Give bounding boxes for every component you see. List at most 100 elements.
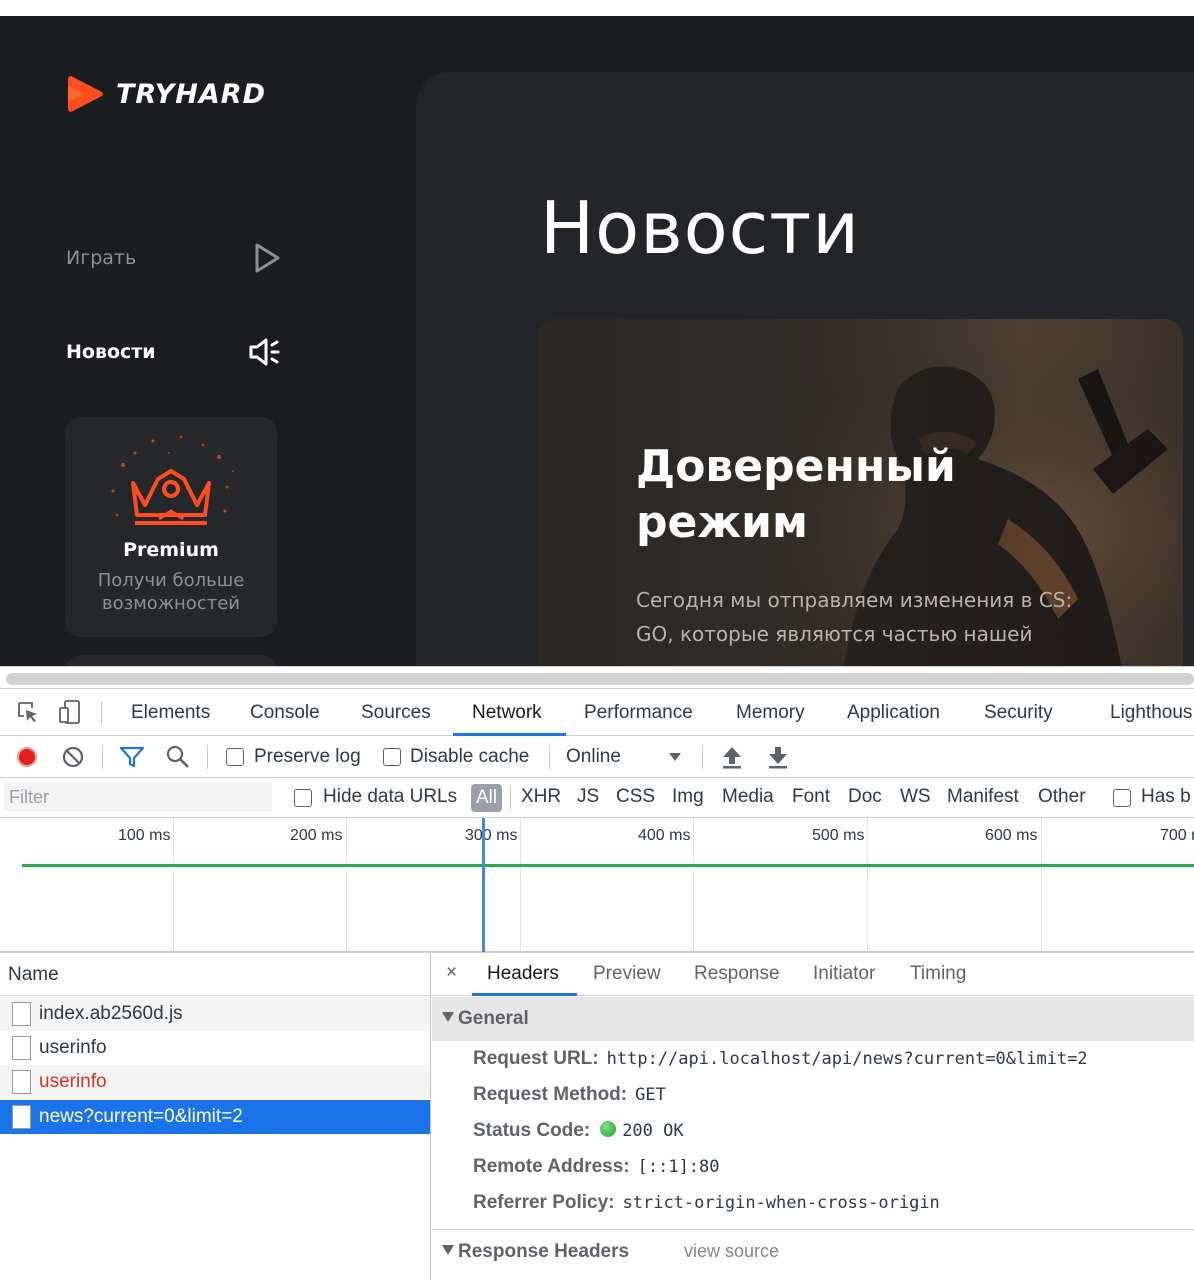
tab-performance[interactable]: Performance <box>584 689 693 736</box>
logo[interactable]: TRYHARD <box>64 76 266 112</box>
type-filter-ws[interactable]: WS <box>900 786 931 808</box>
request-row[interactable]: userinfo <box>0 1031 430 1065</box>
request-row-selected[interactable]: news?current=0&limit=2 <box>0 1100 430 1134</box>
timeline-gridline <box>867 818 868 952</box>
response-headers-section-header[interactable]: Response Headers view source <box>432 1229 1194 1273</box>
type-filter-img[interactable]: Img <box>672 786 704 808</box>
header-value: GET <box>635 1085 666 1105</box>
inspect-element-icon[interactable] <box>16 700 40 724</box>
export-har-icon[interactable] <box>767 744 789 770</box>
view-source-link[interactable]: view source <box>684 1241 779 1262</box>
premium-title: Premium <box>123 539 219 561</box>
header-row-request-url: Request URL: http://api.localhost/api/new… <box>473 1048 1088 1076</box>
header-row-referrer-policy: Referrer Policy: strict-origin-when-cross… <box>473 1192 940 1220</box>
type-filter-manifest[interactable]: Manifest <box>947 786 1019 808</box>
header-key: Request URL: <box>473 1048 599 1069</box>
tab-sources[interactable]: Sources <box>361 689 431 736</box>
dom-content-loaded-marker <box>482 818 485 952</box>
header-row-remote-address: Remote Address: [::1]:80 <box>473 1156 720 1184</box>
has-blocked-cookies-label: Has b <box>1141 786 1191 807</box>
news-card[interactable]: Доверенный режим Сегодня мы отправляем и… <box>538 319 1183 666</box>
expand-triangle-icon <box>442 1012 454 1022</box>
separator <box>510 786 511 810</box>
type-filter-xhr[interactable]: XHR <box>521 786 561 808</box>
section-label: Response Headers <box>458 1241 630 1262</box>
type-filter-media[interactable]: Media <box>722 786 774 808</box>
timeline-tick-label: 500 ms <box>812 827 865 844</box>
timeline-tick-label: 100 ms <box>118 827 171 844</box>
request-row-failed[interactable]: userinfo <box>0 1065 430 1099</box>
throttling-select[interactable]: Online <box>566 746 621 768</box>
filter-input[interactable] <box>4 783 272 811</box>
tab-network[interactable]: Network <box>472 689 542 736</box>
nav-item-play[interactable]: Играть <box>66 238 282 278</box>
filter-bar: Hide data URLs All XHR JS CSS Img Media … <box>0 778 1194 818</box>
import-har-icon[interactable] <box>721 744 743 770</box>
separator <box>102 745 103 769</box>
header-value: [::1]:80 <box>637 1157 720 1177</box>
search-icon[interactable] <box>165 744 191 770</box>
disable-cache-checkbox[interactable] <box>383 748 401 766</box>
horizontal-scrollbar[interactable] <box>6 673 1194 685</box>
sidebar-card-partial <box>65 655 277 666</box>
expand-triangle-icon <box>442 1245 454 1255</box>
nav-item-news[interactable]: Новости <box>66 332 282 372</box>
request-name: index.ab2560d.js <box>39 1003 183 1024</box>
close-icon[interactable]: × <box>446 962 457 984</box>
type-filter-other[interactable]: Other <box>1038 786 1086 808</box>
tab-preview[interactable]: Preview <box>593 963 661 985</box>
tab-lighthouse[interactable]: Lighthous <box>1110 689 1192 736</box>
type-filter-doc[interactable]: Doc <box>848 786 882 808</box>
request-row[interactable]: index.ab2560d.js <box>0 997 430 1031</box>
premium-card[interactable]: Premium Получи больше возможностей <box>65 417 277 637</box>
header-row-status-code: Status Code: 200 OK <box>473 1120 684 1148</box>
timeline-tick-label: 700 r <box>1160 827 1194 844</box>
chevron-down-icon[interactable] <box>668 752 682 762</box>
name-column-header[interactable]: Name <box>0 952 430 996</box>
preserve-log-checkbox[interactable] <box>226 748 244 766</box>
network-toolbar: Preserve log Disable cache Online <box>0 736 1194 778</box>
type-filter-font[interactable]: Font <box>792 786 830 808</box>
news-title: Доверенный режим <box>636 441 956 548</box>
devtools-tab-bar: Elements Console Sources Network Perform… <box>0 688 1194 736</box>
network-overview-timeline[interactable]: 100 ms 200 ms 300 ms 400 ms 500 ms 600 m… <box>0 818 1194 952</box>
timeline-gridline <box>520 818 521 952</box>
has-blocked-cookies-checkbox[interactable] <box>1113 789 1131 807</box>
document-file-icon <box>12 1070 31 1094</box>
header-key: Referrer Policy: <box>473 1192 615 1213</box>
document-file-icon <box>12 1105 31 1129</box>
nav-item-label: Играть <box>66 247 137 269</box>
type-filter-all[interactable]: All <box>471 784 502 812</box>
crown-icon <box>111 435 234 525</box>
tab-timing[interactable]: Timing <box>910 963 966 985</box>
type-filter-js[interactable]: JS <box>577 786 599 808</box>
header-value: http://api.localhost/api/news?current=0&… <box>606 1049 1088 1069</box>
filter-icon[interactable] <box>119 745 145 769</box>
details-tab-bar: × Headers Preview Response Initiator Tim… <box>432 952 1194 996</box>
tab-console[interactable]: Console <box>250 689 320 736</box>
hide-data-urls-checkbox[interactable] <box>294 789 312 807</box>
record-icon[interactable] <box>15 745 39 769</box>
timeline-tick-label: 200 ms <box>290 827 343 844</box>
tab-application[interactable]: Application <box>847 689 940 736</box>
type-filter-css[interactable]: CSS <box>616 786 655 808</box>
tab-elements[interactable]: Elements <box>131 689 210 736</box>
tab-response[interactable]: Response <box>694 963 780 985</box>
brand-name: TRYHARD <box>116 78 266 110</box>
header-row-request-method: Request Method: GET <box>473 1084 666 1112</box>
header-value: 200 OK <box>622 1121 684 1141</box>
active-tab-indicator <box>472 993 577 996</box>
general-section-header[interactable]: General <box>432 997 1194 1041</box>
device-toolbar-icon[interactable] <box>58 699 82 725</box>
clear-icon[interactable] <box>61 745 85 769</box>
separator <box>702 745 703 769</box>
devtools-resize-bar[interactable] <box>0 666 1194 688</box>
tab-initiator[interactable]: Initiator <box>813 963 875 985</box>
tab-security[interactable]: Security <box>984 689 1053 736</box>
request-name: userinfo <box>39 1071 107 1092</box>
tab-headers[interactable]: Headers <box>487 963 559 985</box>
news-excerpt: Сегодня мы отправляем изменения в CS: GO… <box>636 588 1073 646</box>
tab-memory[interactable]: Memory <box>736 689 805 736</box>
logo-play-icon <box>68 76 103 112</box>
name-column-label: Name <box>8 964 59 985</box>
